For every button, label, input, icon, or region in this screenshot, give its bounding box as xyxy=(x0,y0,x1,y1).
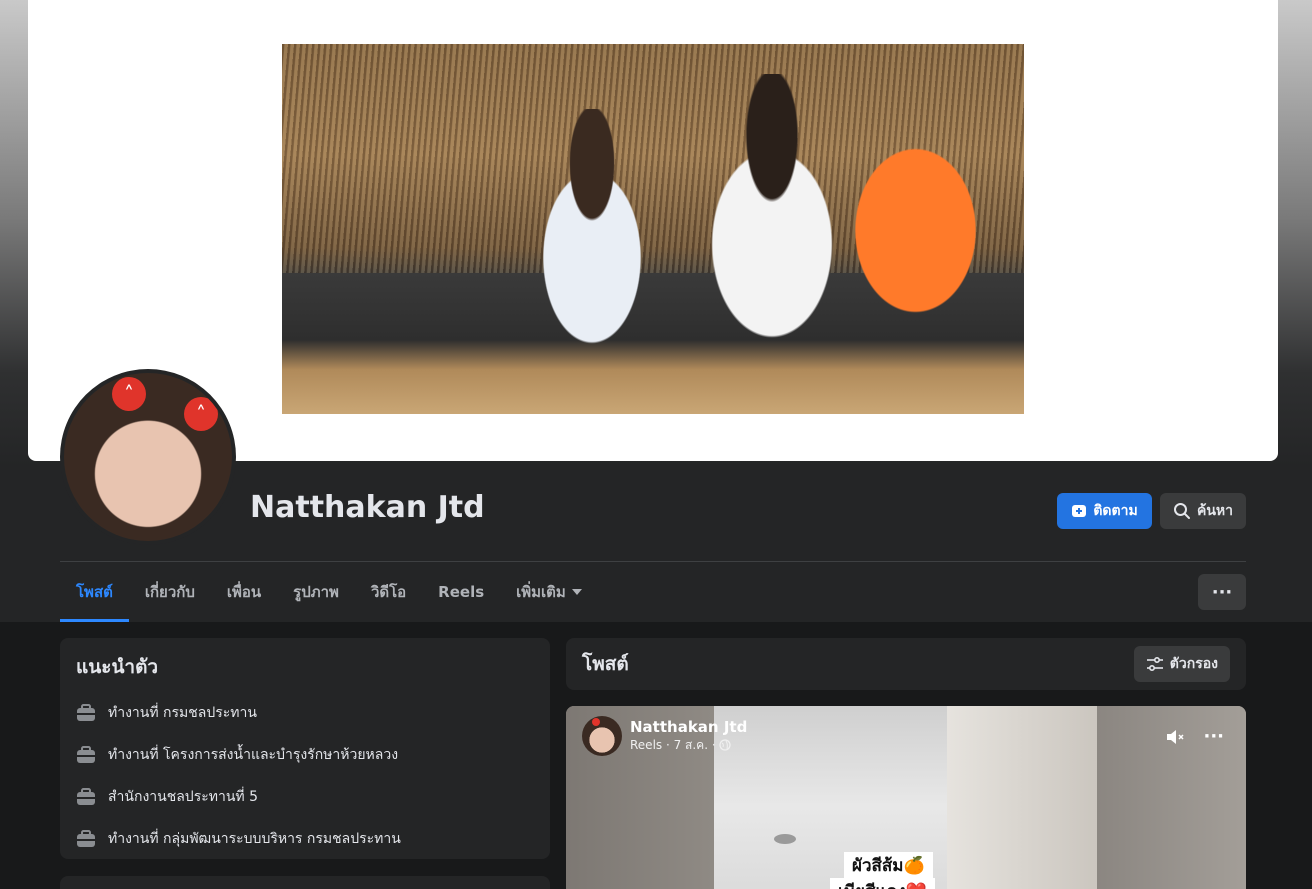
intro-card: แนะนำตัว ทำงานที่ กรมชลประทาน ทำงานที่ โ… xyxy=(60,638,550,859)
devil-horn-icon: ˄ xyxy=(112,377,146,411)
cover-photo-child-left xyxy=(507,109,677,379)
profile-tabs: โพสต์ เกี่ยวกับ เพื่อน รูปภาพ วิดีโอ Ree… xyxy=(60,562,598,622)
more-options-button[interactable]: ··· xyxy=(1198,574,1246,610)
tab-reels[interactable]: Reels xyxy=(422,562,500,622)
reel-video-wall xyxy=(947,706,1097,889)
tab-more[interactable]: เพิ่มเติม xyxy=(500,562,598,622)
briefcase-icon xyxy=(77,746,95,763)
filter-icon xyxy=(1146,656,1163,672)
cover-photo-toy-deer xyxy=(822,104,992,334)
caret-down-icon xyxy=(571,589,582,595)
globe-icon xyxy=(719,739,731,751)
tab-label: รูปภาพ xyxy=(293,583,339,601)
follow-button[interactable]: ติดตาม xyxy=(1057,493,1152,529)
intro-item-label: ทำงานที่ กรมชลประทาน xyxy=(108,705,257,721)
reel-caption-line: เมียสีแดง❤️ xyxy=(830,878,935,889)
mute-icon[interactable] xyxy=(1165,727,1187,747)
search-icon xyxy=(1173,503,1190,519)
tab-label: เกี่ยวกับ xyxy=(144,583,195,601)
reel-caption-line: ผัวสีส้ม🍊 xyxy=(844,852,933,880)
profile-name: Natthakan Jtd xyxy=(250,490,485,525)
briefcase-icon xyxy=(77,830,95,847)
search-button[interactable]: ค้นหา xyxy=(1160,493,1246,529)
follow-label: ติดตาม xyxy=(1093,503,1138,519)
reel-controls: ··· xyxy=(1165,726,1224,747)
post-options-icon[interactable]: ··· xyxy=(1203,726,1224,747)
author-name[interactable]: Natthakan Jtd xyxy=(630,718,747,736)
cover-photo xyxy=(282,44,1024,414)
search-label: ค้นหา xyxy=(1196,503,1234,519)
intro-item-label: ทำงานที่ โครงการส่งน้ำและบำรุงรักษาห้วยห… xyxy=(108,747,399,763)
devil-horn-icon: ˄ xyxy=(184,397,218,431)
posts-title: โพสต์ xyxy=(582,653,629,675)
cover-photo-frame[interactable] xyxy=(28,0,1278,461)
tab-friends[interactable]: เพื่อน xyxy=(211,562,277,622)
posts-header: โพสต์ ตัวกรอง xyxy=(566,638,1246,690)
tab-about[interactable]: เกี่ยวกับ xyxy=(129,562,211,622)
filter-button[interactable]: ตัวกรอง xyxy=(1133,646,1230,682)
intro-item: ทำงานที่ กลุ่มพัฒนาระบบบริหาร กรมชลประทา… xyxy=(76,818,534,860)
profile-avatar[interactable]: ˄ ˄ xyxy=(60,369,236,545)
reel-post[interactable]: Natthakan Jtd Reels · 7 ส.ค. · ··· ผัวสี… xyxy=(566,706,1246,889)
intro-item: ทำงานที่ กรมชลประทาน xyxy=(76,692,534,734)
tab-posts[interactable]: โพสต์ xyxy=(60,562,129,622)
tab-videos[interactable]: วิดีโอ xyxy=(355,562,422,622)
reel-video-ceiling-light xyxy=(774,834,796,844)
post-meta: Reels · 7 ส.ค. · xyxy=(630,736,747,755)
intro-title: แนะนำตัว xyxy=(76,656,159,678)
tab-label: วิดีโอ xyxy=(370,583,407,601)
briefcase-icon xyxy=(77,704,95,721)
post-meta-text[interactable]: Reels · 7 ส.ค. · xyxy=(630,736,716,755)
tab-label: เพื่อน xyxy=(226,583,262,601)
reel-author: Natthakan Jtd Reels · 7 ส.ค. · xyxy=(582,716,747,756)
tab-label: โพสต์ xyxy=(76,583,113,601)
ellipsis-icon: ··· xyxy=(1211,581,1233,603)
tab-label: Reels xyxy=(438,583,485,601)
intro-item-label: สำนักงานชลประทานที่ 5 xyxy=(108,789,258,805)
briefcase-icon xyxy=(77,788,95,805)
filter-label: ตัวกรอง xyxy=(1169,656,1218,672)
profile-picture: ˄ ˄ xyxy=(64,373,232,541)
author-avatar[interactable] xyxy=(582,716,622,756)
photos-card xyxy=(60,876,550,889)
follow-icon xyxy=(1072,505,1087,517)
intro-item: สำนักงานชลประทานที่ 5 xyxy=(76,776,534,818)
intro-item-label: ทำงานที่ กลุ่มพัฒนาระบบบริหาร กรมชลประทา… xyxy=(108,831,401,847)
intro-item: ทำงานที่ โครงการส่งน้ำและบำรุงรักษาห้วยห… xyxy=(76,734,534,776)
tab-photos[interactable]: รูปภาพ xyxy=(277,562,355,622)
tab-label: เพิ่มเติม xyxy=(516,583,566,601)
